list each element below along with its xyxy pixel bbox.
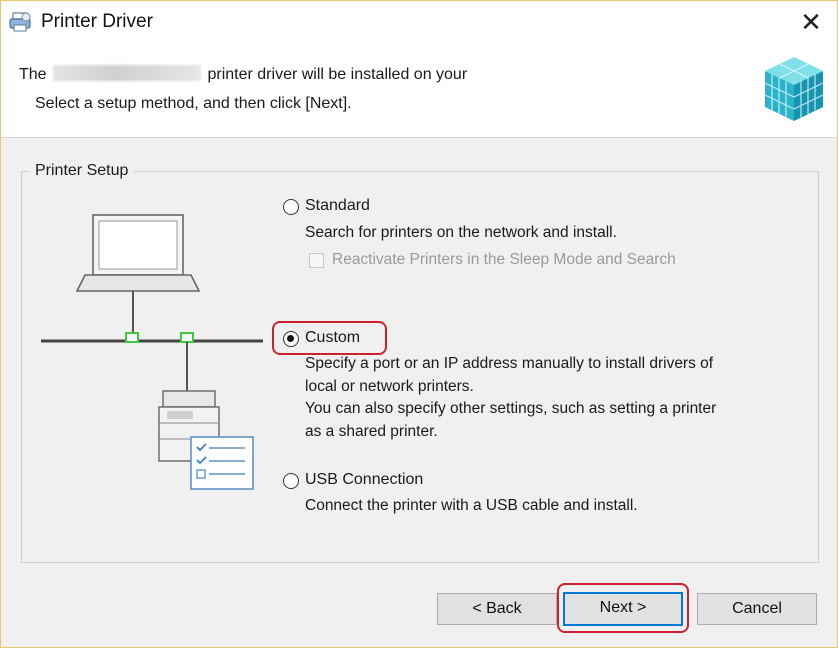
header-instruction: The printer driver will be installed on … — [19, 65, 467, 84]
standard-radio[interactable] — [283, 199, 299, 215]
checklist-icon — [190, 436, 254, 490]
network-connector-icon — [180, 332, 194, 343]
header-suffix: printer driver will be installed on your — [207, 66, 468, 83]
custom-description-line3: You can also specify other settings, suc… — [305, 400, 717, 417]
usb-connection-label[interactable]: USB Connection — [305, 471, 423, 489]
reactivate-printers-checkbox[interactable] — [309, 253, 324, 268]
back-button[interactable]: < Back — [437, 593, 557, 625]
redacted-printer-name — [53, 65, 202, 81]
window-title: Printer Driver — [41, 11, 153, 32]
custom-description-line1: Specify a port or an IP address manually… — [305, 355, 714, 372]
printer-driver-icon — [9, 11, 33, 33]
standard-description: Search for printers on the network and i… — [305, 224, 617, 241]
title-bar: Printer Driver ✕ — [1, 1, 837, 43]
custom-description-line4: as a shared printer. — [305, 422, 438, 440]
reactivate-printers-label: Reactivate Printers in the Sleep Mode an… — [332, 251, 676, 268]
custom-radio[interactable] — [283, 331, 299, 347]
usb-connection-description: Connect the printer with a USB cable and… — [305, 497, 638, 514]
cancel-button[interactable]: Cancel — [697, 593, 817, 625]
header-subtext: Select a setup method, and then click [N… — [35, 95, 352, 112]
custom-description-line2: local or network printers. — [305, 377, 474, 395]
header-panel: The printer driver will be installed on … — [1, 43, 837, 138]
header-prefix: The — [19, 66, 47, 83]
network-connector-icon — [125, 332, 139, 343]
custom-label[interactable]: Custom — [305, 329, 360, 347]
close-icon[interactable]: ✕ — [795, 7, 827, 37]
network-illustration — [37, 211, 267, 501]
cube-stack-icon — [763, 55, 825, 123]
printer-setup-title: Printer Setup — [29, 162, 135, 180]
installer-window: Printer Driver ✕ The printer driver will… — [0, 0, 838, 648]
laptop-icon — [75, 214, 201, 292]
next-button[interactable]: Next > — [563, 592, 683, 626]
usb-connection-radio[interactable] — [283, 473, 299, 489]
standard-label[interactable]: Standard — [305, 197, 370, 215]
